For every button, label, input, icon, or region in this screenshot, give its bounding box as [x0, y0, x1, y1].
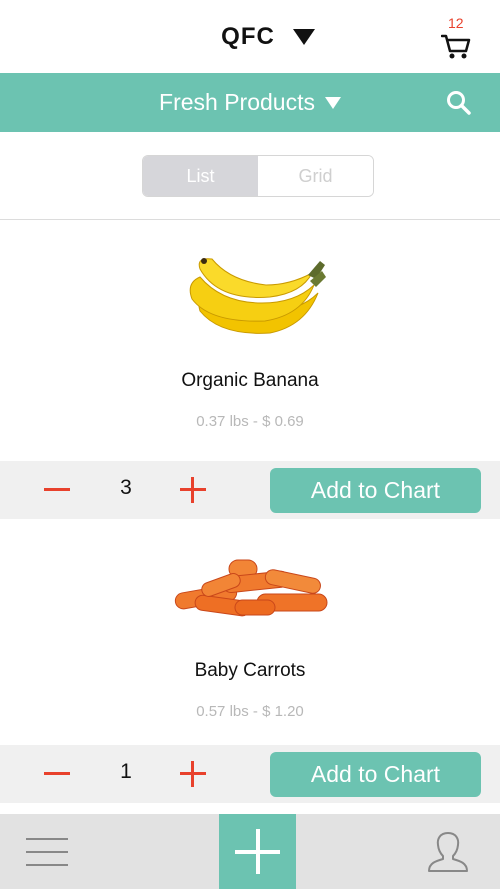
quantity-value: 3: [120, 476, 132, 499]
increase-quantity-button[interactable]: [180, 761, 206, 787]
menu-icon[interactable]: [26, 836, 68, 868]
add-to-cart-button[interactable]: Add to Chart: [270, 468, 481, 513]
cart-icon: [441, 34, 471, 59]
view-toggle: List Grid: [142, 155, 374, 197]
decrease-quantity-button[interactable]: [44, 476, 70, 502]
product-image: [0, 251, 500, 351]
category-bar: Fresh Products: [0, 73, 500, 132]
product-action-bar: 3 Add to Chart: [0, 461, 500, 519]
top-bar: QFC 12: [0, 0, 500, 73]
product-card: Baby Carrots 0.57 lbs - $ 1.20 1 Add to …: [0, 520, 500, 804]
carrots-image: [174, 559, 328, 617]
decrease-quantity-button[interactable]: [44, 760, 70, 786]
view-toggle-area: List Grid: [0, 132, 500, 220]
store-selector[interactable]: QFC: [0, 0, 500, 73]
search-icon[interactable]: [446, 90, 472, 116]
increase-quantity-button[interactable]: [180, 477, 206, 503]
product-weight-price: 0.37 lbs - $ 0.69: [196, 413, 304, 430]
plus-icon[interactable]: [219, 814, 296, 889]
product-weight-price: 0.57 lbs - $ 1.20: [196, 703, 304, 720]
caret-down-icon: [292, 28, 315, 45]
category-label: Fresh Products: [159, 89, 315, 115]
store-name: QFC: [221, 22, 275, 50]
bottom-tab-bar: [0, 814, 500, 889]
grid-view-button[interactable]: Grid: [258, 156, 373, 196]
add-to-cart-button[interactable]: Add to Chart: [270, 752, 481, 797]
cart-button[interactable]: 12: [438, 14, 478, 59]
product-card: Organic Banana 0.37 lbs - $ 0.69 3 Add t…: [0, 221, 500, 520]
cart-count-badge: 12: [448, 15, 464, 31]
list-view-button[interactable]: List: [143, 156, 258, 196]
caret-down-icon: [324, 96, 341, 109]
profile-icon[interactable]: [426, 830, 470, 874]
category-selector[interactable]: Fresh Products: [0, 73, 500, 132]
product-image: [0, 554, 500, 634]
quantity-value: 1: [120, 760, 132, 783]
product-name: Baby Carrots: [194, 660, 306, 681]
product-action-bar: 1 Add to Chart: [0, 745, 500, 803]
banana-image: [189, 258, 326, 334]
product-name: Organic Banana: [181, 370, 319, 391]
